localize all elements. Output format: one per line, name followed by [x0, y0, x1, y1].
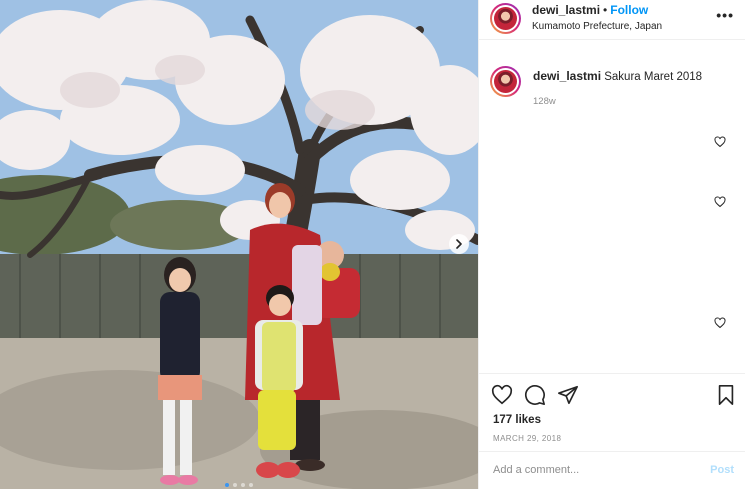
- carousel-dot: [249, 483, 253, 487]
- sakura-family-photo: [0, 0, 478, 489]
- comment-like-icon[interactable]: [714, 196, 726, 208]
- post-date: MARCH 29, 2018: [493, 434, 562, 443]
- avatar[interactable]: [490, 3, 521, 34]
- caption-avatar[interactable]: [490, 66, 521, 97]
- caption-username-link[interactable]: dewi_lastmi: [533, 69, 601, 83]
- share-icon[interactable]: [557, 384, 579, 406]
- header-user-line: dewi_lastmi • Follow: [532, 3, 648, 17]
- username-link[interactable]: dewi_lastmi: [532, 3, 600, 17]
- comment-like-icon[interactable]: [714, 317, 726, 329]
- carousel-dot: [225, 483, 229, 487]
- carousel-dots: [225, 483, 253, 487]
- caption-time[interactable]: 128w: [533, 96, 556, 107]
- follow-button[interactable]: Follow: [610, 3, 648, 17]
- comment-icon[interactable]: [524, 384, 546, 406]
- next-photo-button[interactable]: [449, 234, 469, 254]
- more-options-icon[interactable]: •••: [716, 8, 734, 22]
- heart-icon[interactable]: [491, 384, 513, 406]
- post-photo[interactable]: [0, 0, 478, 489]
- chevron-right-icon: [456, 239, 462, 249]
- post-actions: 177 likes MARCH 29, 2018: [479, 373, 745, 450]
- comment-like-icon[interactable]: [714, 136, 726, 148]
- caption: dewi_lastmi Sakura Maret 2018: [533, 69, 702, 83]
- post-comment-button[interactable]: Post: [710, 464, 734, 476]
- post-header: dewi_lastmi • Follow Kumamoto Prefecture, …: [479, 0, 745, 40]
- separator-dot: •: [603, 3, 608, 17]
- bookmark-icon[interactable]: [715, 384, 737, 406]
- carousel-dot: [241, 483, 245, 487]
- likes-count[interactable]: 177 likes: [493, 414, 541, 426]
- comment-input[interactable]: [493, 464, 693, 476]
- location-link[interactable]: Kumamoto Prefecture, Japan: [532, 21, 662, 32]
- caption-text: Sakura Maret 2018: [604, 71, 703, 83]
- comment-box: Post: [479, 451, 745, 489]
- post-side-panel: dewi_lastmi • Follow Kumamoto Prefecture, …: [478, 0, 745, 489]
- carousel-dot: [233, 483, 237, 487]
